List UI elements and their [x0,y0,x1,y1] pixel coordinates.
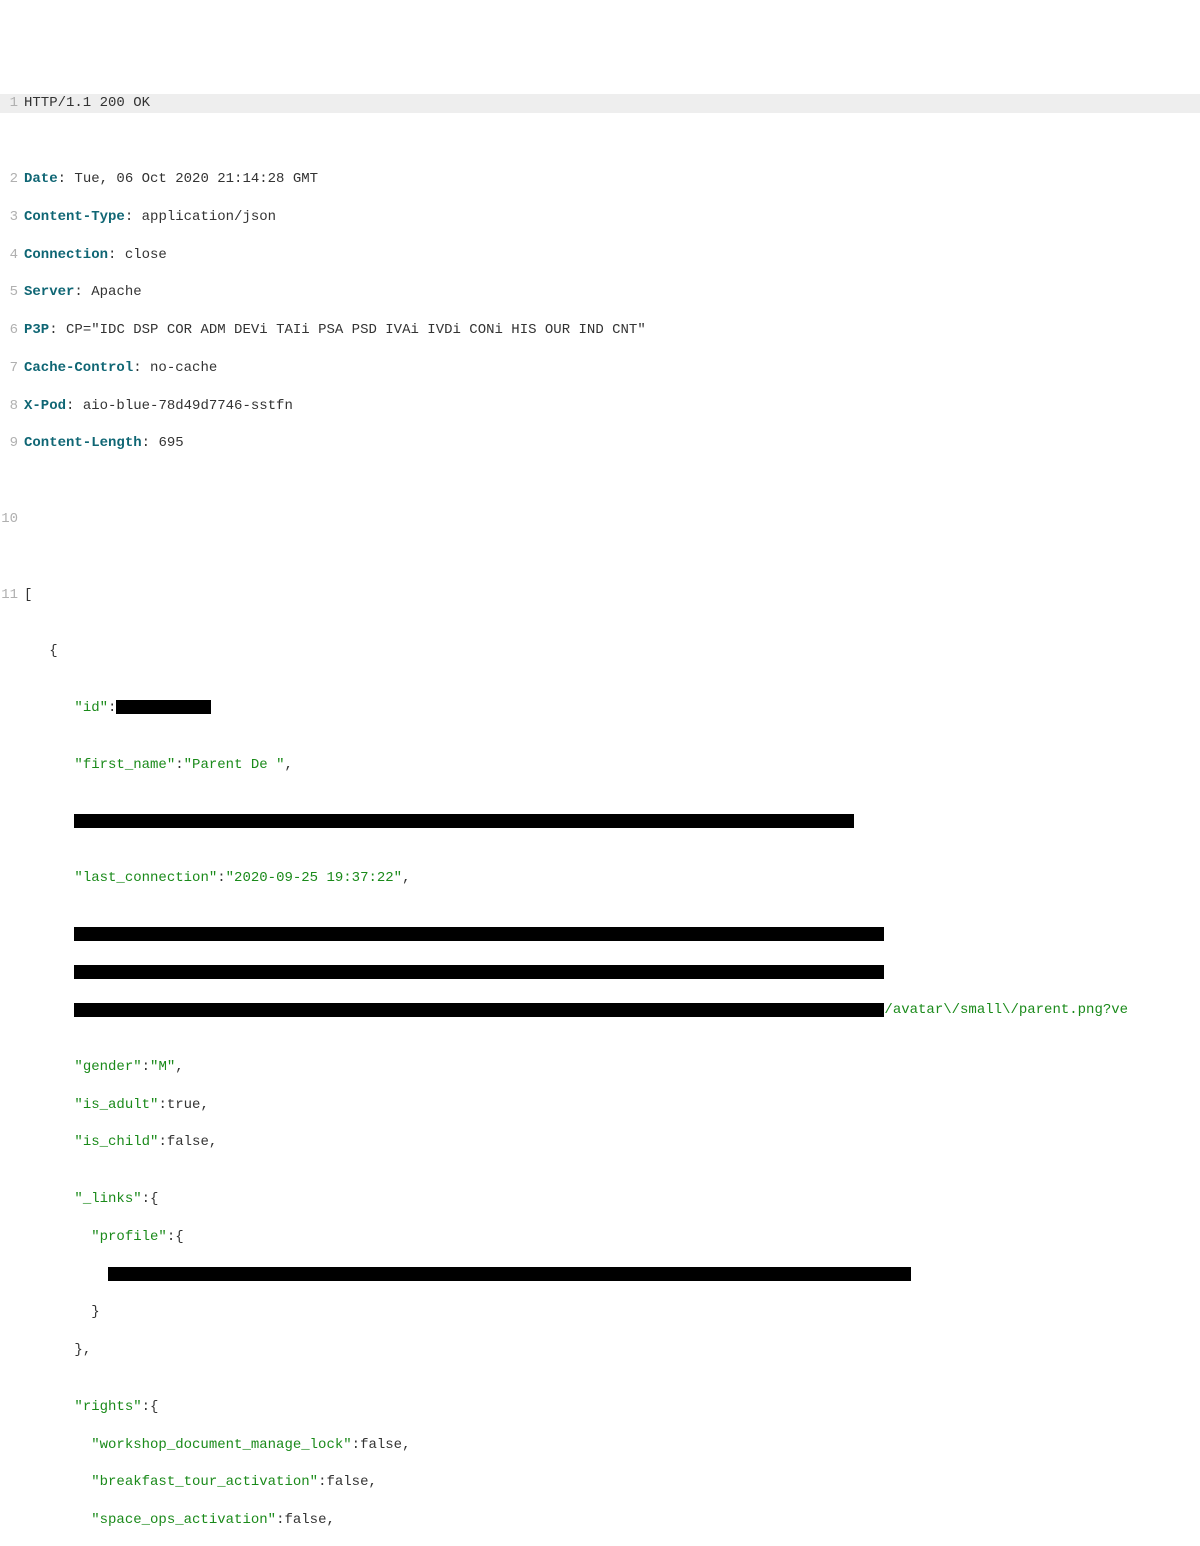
body-row-profile: "profile":{ [0,1228,1200,1247]
hdr-p3p-k: P3P [24,322,49,338]
line-7: 7 Cache-Control: no-cache [0,359,1200,378]
body-row-r1: "workshop_document_manage_lock":false, [0,1436,1200,1455]
hdr-cl-k: Content-Length [24,435,142,451]
json-profile-key: "profile" [91,1229,167,1245]
json-last-conn-val: "2020-09-25 19:37:22" [226,870,402,886]
body-row-avatar: /avatar\/small\/parent.png?ve [0,1001,1200,1020]
json-r2-v: false [326,1474,368,1490]
hdr-ct-v: application/json [142,209,276,225]
json-r1-k: "workshop_document_manage_lock" [91,1437,351,1453]
line-10: 10 [0,510,1200,529]
json-r3-v: false [284,1512,326,1528]
line-1: 1 HTTP/1.1 200 OK [0,94,1200,113]
json-avatar-tail: /avatar\/small\/parent.png?ve [884,1002,1128,1018]
hdr-cc-k: Cache-Control [24,360,133,376]
body-row-open-brace: { [0,642,1200,661]
body-row-is-child: "is_child":false, [0,1133,1200,1152]
hdr-cl-v: 695 [158,435,183,451]
json-gender-key: "gender" [74,1059,141,1075]
json-is-adult-val: true [167,1097,201,1113]
line-11: 11 [ [0,586,1200,605]
gutter-6: 6 [0,321,24,340]
body-row-redact-1 [0,812,1200,831]
gutter-11: 11 [0,586,24,605]
hdr-xpod-v: aio-blue-78d49d7746-sstfn [83,398,293,414]
json-links-key: "_links" [74,1191,141,1207]
line-9: 9 Content-Length: 695 [0,434,1200,453]
hdr-srv-k: Server [24,284,74,300]
body-row-r2: "breakfast_tour_activation":false, [0,1473,1200,1492]
json-is-child-val: false [167,1134,209,1150]
redacted-profile [108,1267,911,1281]
body-row-is-adult: "is_adult":true, [0,1096,1200,1115]
body-row-profile-redact [0,1266,1200,1285]
gutter-5: 5 [0,283,24,302]
line-2: 2 Date: Tue, 06 Oct 2020 21:14:28 GMT [0,170,1200,189]
json-r3-k: "space_ops_activation" [91,1512,276,1528]
json-last-conn-key: "last_connection" [74,870,217,886]
redacted-id [116,700,211,714]
hdr-ct-k: Content-Type [24,209,125,225]
body-row-gender: "gender":"M", [0,1058,1200,1077]
line-3: 3 Content-Type: application/json [0,208,1200,227]
body-row-last-conn: "last_connection":"2020-09-25 19:37:22", [0,869,1200,888]
hdr-xpod-k: X-Pod [24,398,66,414]
body-row-profile-close: } [0,1303,1200,1322]
json-id-key: "id" [74,700,108,716]
json-r1-v: false [360,1437,402,1453]
hdr-date-v: Tue, 06 Oct 2020 21:14:28 GMT [74,171,318,187]
hdr-cc-v: no-cache [150,360,217,376]
gutter-2: 2 [0,170,24,189]
body-row-id: "id": [0,699,1200,718]
json-rights-key: "rights" [74,1399,141,1415]
body-row-r3: "space_ops_activation":false, [0,1511,1200,1530]
line-4: 4 Connection: close [0,246,1200,265]
body-row-redact-2a [0,926,1200,945]
hdr-conn-k: Connection [24,247,108,263]
json-is-adult-key: "is_adult" [74,1097,158,1113]
gutter-8: 8 [0,397,24,416]
body-row-links: "_links":{ [0,1190,1200,1209]
json-gender-val: "M" [150,1059,175,1075]
gutter-9: 9 [0,434,24,453]
line-8: 8 X-Pod: aio-blue-78d49d7746-sstfn [0,397,1200,416]
gutter-7: 7 [0,359,24,378]
body-row-rights: "rights":{ [0,1398,1200,1417]
redacted-line-2b [74,965,884,979]
line-5: 5 Server: Apache [0,283,1200,302]
redacted-line-1 [74,814,854,828]
line-6: 6 P3P: CP="IDC DSP COR ADM DEVi TAIi PSA… [0,321,1200,340]
gutter-4: 4 [0,246,24,265]
json-first-name-val: "Parent De " [184,757,285,773]
body-row-redact-2b [0,963,1200,982]
gutter-3: 3 [0,208,24,227]
hdr-conn-v: close [125,247,167,263]
json-first-name-key: "first_name" [74,757,175,773]
redacted-line-2a [74,927,884,941]
hdr-srv-v: Apache [91,284,141,300]
json-r2-k: "breakfast_tour_activation" [91,1474,318,1490]
hdr-date-k: Date [24,171,58,187]
gutter-1: 1 [0,94,24,113]
gutter-10: 10 [0,510,24,529]
hdr-p3p-v: CP="IDC DSP COR ADM DEVi TAIi PSA PSD IV… [66,322,646,338]
body-row-first-name: "first_name":"Parent De ", [0,756,1200,775]
body-row-links-close: }, [0,1341,1200,1360]
status-line: HTTP/1.1 200 OK [24,95,150,111]
json-is-child-key: "is_child" [74,1134,158,1150]
redacted-line-2c [74,1003,884,1017]
json-open-brace: { [49,643,57,659]
json-open-bracket: [ [24,587,32,603]
